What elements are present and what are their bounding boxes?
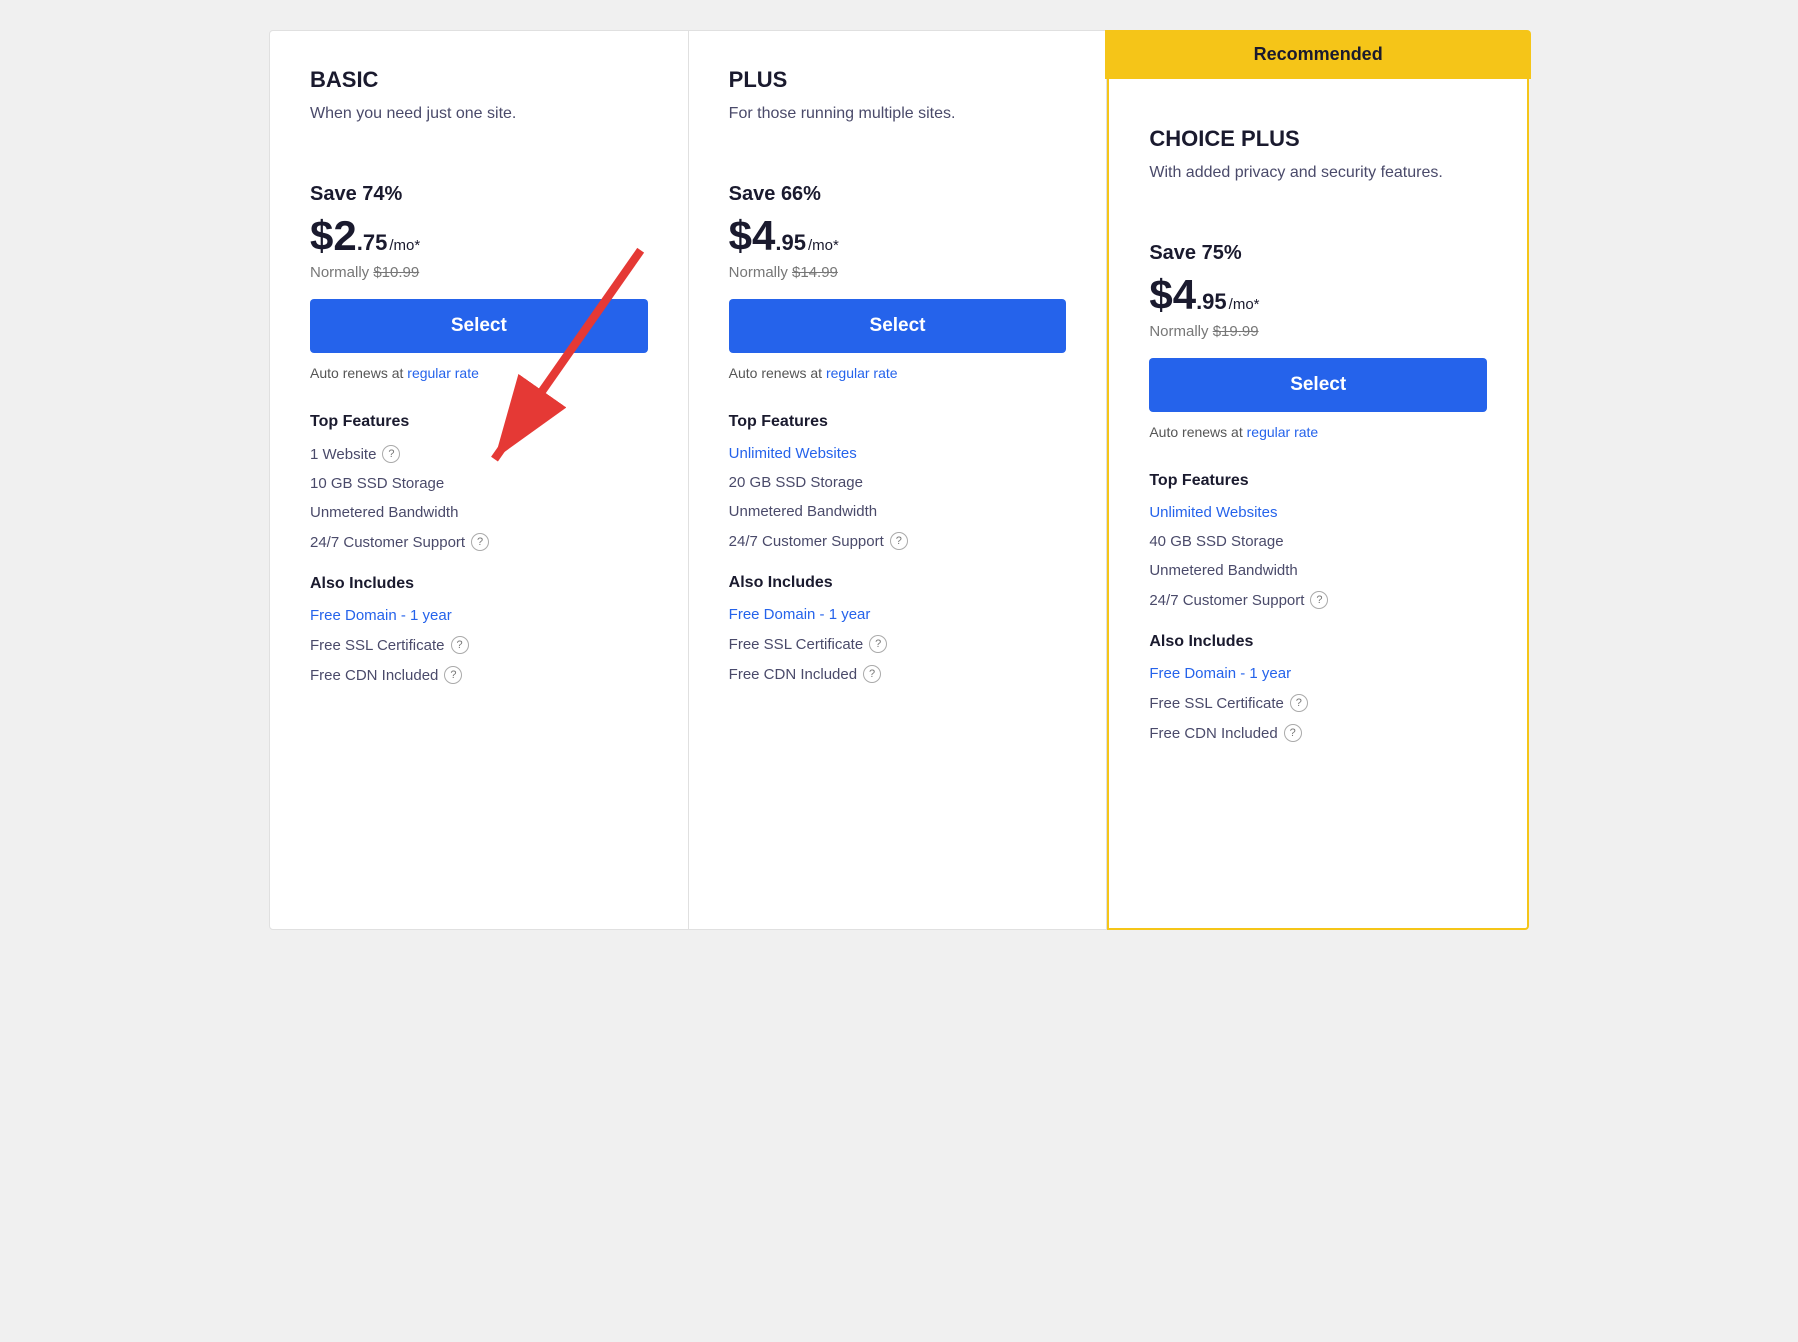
top-feature-plus-3: 24/7 Customer Support?: [729, 532, 1067, 550]
also-text-basic-1: Free SSL Certificate: [310, 637, 445, 654]
also-link-choice-plus-0[interactable]: Free Domain - 1 year: [1149, 665, 1291, 682]
plan-name-basic: BASIC: [310, 67, 648, 93]
also-includes-plus: Also Includes Free Domain - 1 year Free SS…: [729, 574, 1067, 683]
price-period-choice-plus: /mo*: [1229, 296, 1260, 313]
plan-name-choice-plus: CHOICE PLUS: [1149, 126, 1487, 152]
also-includes-title-basic: Also Includes: [310, 575, 648, 593]
plan-description-plus: For those running multiple sites.: [729, 103, 1067, 151]
also-feature-basic-1: Free SSL Certificate?: [310, 636, 648, 654]
top-feature-choice-plus-0: Unlimited Websites: [1149, 504, 1487, 521]
help-icon-basic-top-0[interactable]: ?: [382, 445, 400, 463]
top-feature-choice-plus-2: Unmetered Bandwidth: [1149, 562, 1487, 579]
feature-text-choice-plus-1: 40 GB SSD Storage: [1149, 533, 1283, 550]
help-icon-plus-also-1[interactable]: ?: [869, 635, 887, 653]
price-period-plus: /mo*: [808, 237, 839, 254]
normal-price-plus: Normally $14.99: [729, 264, 1067, 281]
top-features-title-plus: Top Features: [729, 413, 1067, 431]
feature-text-choice-plus-2: Unmetered Bandwidth: [1149, 562, 1297, 579]
normal-price-choice-plus: Normally $19.99: [1149, 323, 1487, 340]
help-icon-choice-plus-top-3[interactable]: ?: [1310, 591, 1328, 609]
price-period-basic: /mo*: [389, 237, 420, 254]
plan-card-plus: PLUS For those running multiple sites. S…: [689, 30, 1108, 930]
top-features-title-basic: Top Features: [310, 413, 648, 431]
plan-description-choice-plus: With added privacy and security features…: [1149, 162, 1487, 210]
feature-text-plus-3: 24/7 Customer Support: [729, 533, 884, 550]
also-feature-choice-plus-0: Free Domain - 1 year: [1149, 665, 1487, 682]
auto-renew-basic: Auto renews at regular rate: [310, 365, 648, 381]
also-text-choice-plus-1: Free SSL Certificate: [1149, 695, 1284, 712]
save-badge-choice-plus: Save 75%: [1149, 242, 1487, 265]
plan-card-basic: BASIC When you need just one site. Save …: [269, 30, 689, 930]
feature-text-basic-1: 10 GB SSD Storage: [310, 475, 444, 492]
also-text-choice-plus-2: Free CDN Included: [1149, 725, 1277, 742]
help-icon-plus-also-2[interactable]: ?: [863, 665, 881, 683]
also-text-plus-1: Free SSL Certificate: [729, 636, 864, 653]
price-row-choice-plus: $4 .95 /mo*: [1149, 271, 1487, 319]
also-link-basic-0[interactable]: Free Domain - 1 year: [310, 607, 452, 624]
regular-rate-link-choice-plus[interactable]: regular rate: [1247, 424, 1319, 440]
also-feature-choice-plus-1: Free SSL Certificate?: [1149, 694, 1487, 712]
top-feature-basic-1: 10 GB SSD Storage: [310, 475, 648, 492]
help-icon-basic-also-2[interactable]: ?: [444, 666, 462, 684]
also-feature-plus-1: Free SSL Certificate?: [729, 635, 1067, 653]
top-feature-choice-plus-3: 24/7 Customer Support?: [1149, 591, 1487, 609]
price-row-plus: $4 .95 /mo*: [729, 212, 1067, 260]
price-decimal-plus: .95: [775, 230, 806, 256]
feature-link-choice-plus-0[interactable]: Unlimited Websites: [1149, 504, 1277, 521]
normal-price-basic: Normally $10.99: [310, 264, 648, 281]
also-includes-basic: Also Includes Free Domain - 1 year Free SS…: [310, 575, 648, 684]
feature-text-basic-0: 1 Website: [310, 446, 376, 463]
also-feature-choice-plus-2: Free CDN Included?: [1149, 724, 1487, 742]
help-icon-basic-top-3[interactable]: ?: [471, 533, 489, 551]
top-feature-basic-0: 1 Website?: [310, 445, 648, 463]
feature-link-plus-0[interactable]: Unlimited Websites: [729, 445, 857, 462]
also-includes-choice-plus: Also Includes Free Domain - 1 year Free SS…: [1149, 633, 1487, 742]
top-feature-basic-3: 24/7 Customer Support?: [310, 533, 648, 551]
pricing-container: BASIC When you need just one site. Save …: [269, 30, 1529, 930]
also-text-basic-2: Free CDN Included: [310, 667, 438, 684]
select-button-choice-plus[interactable]: Select: [1149, 358, 1487, 412]
feature-text-basic-3: 24/7 Customer Support: [310, 534, 465, 551]
regular-rate-link-basic[interactable]: regular rate: [407, 365, 479, 381]
top-feature-plus-0: Unlimited Websites: [729, 445, 1067, 462]
feature-text-plus-1: 20 GB SSD Storage: [729, 474, 863, 491]
also-feature-plus-0: Free Domain - 1 year: [729, 606, 1067, 623]
save-badge-plus: Save 66%: [729, 183, 1067, 206]
also-includes-title-choice-plus: Also Includes: [1149, 633, 1487, 651]
top-features-title-choice-plus: Top Features: [1149, 472, 1487, 490]
plan-name-plus: PLUS: [729, 67, 1067, 93]
help-icon-basic-also-1[interactable]: ?: [451, 636, 469, 654]
regular-rate-link-plus[interactable]: regular rate: [826, 365, 898, 381]
price-whole-choice-plus: $4: [1149, 271, 1196, 319]
feature-text-choice-plus-3: 24/7 Customer Support: [1149, 592, 1304, 609]
also-text-plus-2: Free CDN Included: [729, 666, 857, 683]
also-feature-plus-2: Free CDN Included?: [729, 665, 1067, 683]
also-feature-basic-2: Free CDN Included?: [310, 666, 648, 684]
also-link-plus-0[interactable]: Free Domain - 1 year: [729, 606, 871, 623]
top-feature-choice-plus-1: 40 GB SSD Storage: [1149, 533, 1487, 550]
also-includes-title-plus: Also Includes: [729, 574, 1067, 592]
plan-card-choice-plus: Recommended CHOICE PLUS With added priva…: [1107, 30, 1529, 930]
price-decimal-choice-plus: .95: [1196, 289, 1227, 315]
top-feature-plus-2: Unmetered Bandwidth: [729, 503, 1067, 520]
help-icon-plus-top-3[interactable]: ?: [890, 532, 908, 550]
auto-renew-plus: Auto renews at regular rate: [729, 365, 1067, 381]
price-row-basic: $2 .75 /mo*: [310, 212, 648, 260]
save-badge-basic: Save 74%: [310, 183, 648, 206]
top-feature-basic-2: Unmetered Bandwidth: [310, 504, 648, 521]
select-button-plus[interactable]: Select: [729, 299, 1067, 353]
also-feature-basic-0: Free Domain - 1 year: [310, 607, 648, 624]
top-feature-plus-1: 20 GB SSD Storage: [729, 474, 1067, 491]
price-whole-plus: $4: [729, 212, 776, 260]
help-icon-choice-plus-also-1[interactable]: ?: [1290, 694, 1308, 712]
feature-text-basic-2: Unmetered Bandwidth: [310, 504, 458, 521]
price-decimal-basic: .75: [357, 230, 388, 256]
recommended-badge: Recommended: [1105, 30, 1531, 79]
plan-description-basic: When you need just one site.: [310, 103, 648, 151]
select-button-basic[interactable]: Select: [310, 299, 648, 353]
auto-renew-choice-plus: Auto renews at regular rate: [1149, 424, 1487, 440]
help-icon-choice-plus-also-2[interactable]: ?: [1284, 724, 1302, 742]
price-whole-basic: $2: [310, 212, 357, 260]
feature-text-plus-2: Unmetered Bandwidth: [729, 503, 877, 520]
